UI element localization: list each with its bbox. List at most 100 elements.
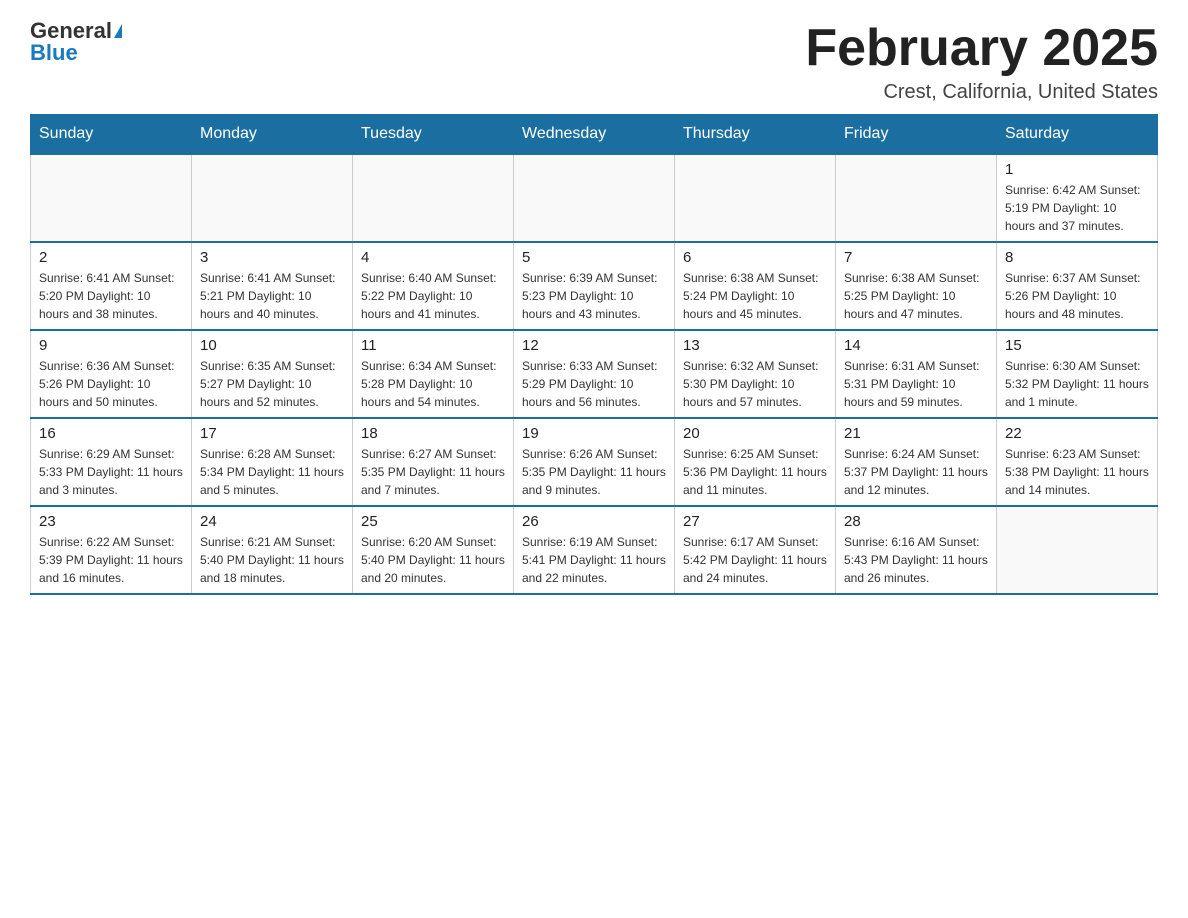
logo-triangle-icon: [114, 24, 122, 38]
day-info: Sunrise: 6:32 AM Sunset: 5:30 PM Dayligh…: [683, 357, 827, 411]
calendar-cell: 2 Sunrise: 6:41 AM Sunset: 5:20 PM Daylig…: [31, 242, 192, 330]
day-number: 7: [844, 249, 988, 266]
title-block: February 2025 Crest, California, United …: [805, 20, 1158, 104]
day-number: 18: [361, 425, 505, 442]
day-info: Sunrise: 6:17 AM Sunset: 5:42 PM Dayligh…: [683, 533, 827, 587]
calendar-cell: 28 Sunrise: 6:16 AM Sunset: 5:43 PM Dayli…: [836, 506, 997, 594]
calendar-cell: 9 Sunrise: 6:36 AM Sunset: 5:26 PM Daylig…: [31, 330, 192, 418]
day-info: Sunrise: 6:28 AM Sunset: 5:34 PM Dayligh…: [200, 445, 344, 499]
day-info: Sunrise: 6:40 AM Sunset: 5:22 PM Dayligh…: [361, 269, 505, 323]
calendar-cell: [31, 154, 192, 242]
calendar-cell: [675, 154, 836, 242]
day-info: Sunrise: 6:42 AM Sunset: 5:19 PM Dayligh…: [1005, 181, 1149, 235]
day-info: Sunrise: 6:20 AM Sunset: 5:40 PM Dayligh…: [361, 533, 505, 587]
day-info: Sunrise: 6:30 AM Sunset: 5:32 PM Dayligh…: [1005, 357, 1149, 411]
day-info: Sunrise: 6:41 AM Sunset: 5:20 PM Dayligh…: [39, 269, 183, 323]
calendar-cell: 7Sunrise: 6:38 AM Sunset: 5:25 PM Daylig…: [836, 242, 997, 330]
calendar-cell: 15 Sunrise: 6:30 AM Sunset: 5:32 PM Dayli…: [997, 330, 1158, 418]
calendar-week-row: 16 Sunrise: 6:29 AM Sunset: 5:33 PM Dayli…: [31, 418, 1158, 506]
day-header-monday: Monday: [192, 115, 353, 155]
day-number: 23: [39, 513, 183, 530]
day-header-thursday: Thursday: [675, 115, 836, 155]
day-number: 3: [200, 249, 344, 266]
day-number: 16: [39, 425, 183, 442]
day-info: Sunrise: 6:37 AM Sunset: 5:26 PM Dayligh…: [1005, 269, 1149, 323]
day-number: 6: [683, 249, 827, 266]
calendar-cell: 24 Sunrise: 6:21 AM Sunset: 5:40 PM Dayli…: [192, 506, 353, 594]
month-title: February 2025: [805, 20, 1158, 77]
calendar-week-row: 23 Sunrise: 6:22 AM Sunset: 5:39 PM Dayli…: [31, 506, 1158, 594]
day-number: 27: [683, 513, 827, 530]
calendar-cell: [192, 154, 353, 242]
day-number: 24: [200, 513, 344, 530]
calendar-cell: 16 Sunrise: 6:29 AM Sunset: 5:33 PM Dayli…: [31, 418, 192, 506]
calendar-week-row: 2 Sunrise: 6:41 AM Sunset: 5:20 PM Daylig…: [31, 242, 1158, 330]
day-info: Sunrise: 6:25 AM Sunset: 5:36 PM Dayligh…: [683, 445, 827, 499]
day-header-sunday: Sunday: [31, 115, 192, 155]
calendar-header-row: SundayMondayTuesdayWednesdayThursdayFrid…: [31, 115, 1158, 155]
calendar-cell: 14Sunrise: 6:31 AM Sunset: 5:31 PM Dayli…: [836, 330, 997, 418]
day-header-tuesday: Tuesday: [353, 115, 514, 155]
day-header-friday: Friday: [836, 115, 997, 155]
logo-general-text: General: [30, 20, 112, 42]
calendar-cell: 10Sunrise: 6:35 AM Sunset: 5:27 PM Dayli…: [192, 330, 353, 418]
calendar-cell: 6Sunrise: 6:38 AM Sunset: 5:24 PM Daylig…: [675, 242, 836, 330]
calendar-cell: 18Sunrise: 6:27 AM Sunset: 5:35 PM Dayli…: [353, 418, 514, 506]
calendar-cell: 21 Sunrise: 6:24 AM Sunset: 5:37 PM Dayli…: [836, 418, 997, 506]
day-number: 5: [522, 249, 666, 266]
day-info: Sunrise: 6:23 AM Sunset: 5:38 PM Dayligh…: [1005, 445, 1149, 499]
day-number: 20: [683, 425, 827, 442]
day-info: Sunrise: 6:36 AM Sunset: 5:26 PM Dayligh…: [39, 357, 183, 411]
calendar-cell: 4 Sunrise: 6:40 AM Sunset: 5:22 PM Daylig…: [353, 242, 514, 330]
logo-blue-text: Blue: [30, 42, 78, 64]
day-number: 8: [1005, 249, 1149, 266]
day-number: 4: [361, 249, 505, 266]
day-number: 12: [522, 337, 666, 354]
calendar-week-row: 1Sunrise: 6:42 AM Sunset: 5:19 PM Daylig…: [31, 154, 1158, 242]
calendar-cell: [836, 154, 997, 242]
day-info: Sunrise: 6:29 AM Sunset: 5:33 PM Dayligh…: [39, 445, 183, 499]
day-info: Sunrise: 6:16 AM Sunset: 5:43 PM Dayligh…: [844, 533, 988, 587]
calendar-cell: 1Sunrise: 6:42 AM Sunset: 5:19 PM Daylig…: [997, 154, 1158, 242]
day-info: Sunrise: 6:22 AM Sunset: 5:39 PM Dayligh…: [39, 533, 183, 587]
day-info: Sunrise: 6:21 AM Sunset: 5:40 PM Dayligh…: [200, 533, 344, 587]
location-subtitle: Crest, California, United States: [805, 81, 1158, 104]
day-header-wednesday: Wednesday: [514, 115, 675, 155]
day-info: Sunrise: 6:33 AM Sunset: 5:29 PM Dayligh…: [522, 357, 666, 411]
logo: General Blue: [30, 20, 122, 64]
calendar-cell: 20 Sunrise: 6:25 AM Sunset: 5:36 PM Dayli…: [675, 418, 836, 506]
calendar-cell: 19Sunrise: 6:26 AM Sunset: 5:35 PM Dayli…: [514, 418, 675, 506]
calendar-cell: [514, 154, 675, 242]
day-info: Sunrise: 6:41 AM Sunset: 5:21 PM Dayligh…: [200, 269, 344, 323]
page-header: General Blue February 2025 Crest, Califo…: [30, 20, 1158, 104]
day-number: 2: [39, 249, 183, 266]
calendar-cell: 12 Sunrise: 6:33 AM Sunset: 5:29 PM Dayli…: [514, 330, 675, 418]
calendar-table: SundayMondayTuesdayWednesdayThursdayFrid…: [30, 114, 1158, 595]
day-info: Sunrise: 6:35 AM Sunset: 5:27 PM Dayligh…: [200, 357, 344, 411]
calendar-cell: 23 Sunrise: 6:22 AM Sunset: 5:39 PM Dayli…: [31, 506, 192, 594]
calendar-cell: 8 Sunrise: 6:37 AM Sunset: 5:26 PM Daylig…: [997, 242, 1158, 330]
day-info: Sunrise: 6:19 AM Sunset: 5:41 PM Dayligh…: [522, 533, 666, 587]
calendar-cell: 11Sunrise: 6:34 AM Sunset: 5:28 PM Dayli…: [353, 330, 514, 418]
calendar-cell: 5 Sunrise: 6:39 AM Sunset: 5:23 PM Daylig…: [514, 242, 675, 330]
calendar-cell: 17Sunrise: 6:28 AM Sunset: 5:34 PM Dayli…: [192, 418, 353, 506]
calendar-cell: 25 Sunrise: 6:20 AM Sunset: 5:40 PM Dayli…: [353, 506, 514, 594]
day-info: Sunrise: 6:24 AM Sunset: 5:37 PM Dayligh…: [844, 445, 988, 499]
day-number: 11: [361, 337, 505, 354]
day-number: 13: [683, 337, 827, 354]
calendar-cell: 3 Sunrise: 6:41 AM Sunset: 5:21 PM Daylig…: [192, 242, 353, 330]
day-number: 19: [522, 425, 666, 442]
calendar-week-row: 9 Sunrise: 6:36 AM Sunset: 5:26 PM Daylig…: [31, 330, 1158, 418]
day-info: Sunrise: 6:39 AM Sunset: 5:23 PM Dayligh…: [522, 269, 666, 323]
calendar-cell: [353, 154, 514, 242]
day-number: 26: [522, 513, 666, 530]
day-number: 25: [361, 513, 505, 530]
calendar-cell: 13 Sunrise: 6:32 AM Sunset: 5:30 PM Dayli…: [675, 330, 836, 418]
calendar-cell: 26 Sunrise: 6:19 AM Sunset: 5:41 PM Dayli…: [514, 506, 675, 594]
day-header-saturday: Saturday: [997, 115, 1158, 155]
day-number: 9: [39, 337, 183, 354]
calendar-cell: 22Sunrise: 6:23 AM Sunset: 5:38 PM Dayli…: [997, 418, 1158, 506]
day-number: 28: [844, 513, 988, 530]
day-number: 21: [844, 425, 988, 442]
day-number: 15: [1005, 337, 1149, 354]
